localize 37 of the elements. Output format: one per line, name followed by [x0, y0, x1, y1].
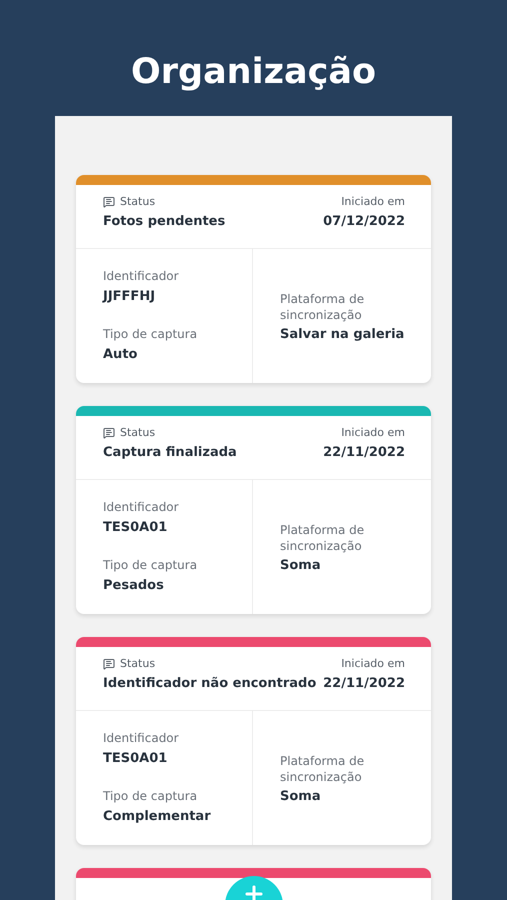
capture-card[interactable]: Status Identificador não encontrado Iniciado em 22/11/2022 Identificador TES0A01 Tipo de captura Complementar Plataforma de sincronização Soma	[76, 637, 431, 845]
capture-card[interactable]: Status Fotos pendentes Iniciado em 07/12/2022 Identificador JJFFFHJ Tipo de captura Auto Plataforma de sincronização Salvar na galeria	[76, 175, 431, 383]
capture-type-value: Auto	[103, 347, 138, 362]
capture-type-label: Tipo de captura	[103, 557, 198, 573]
page-heading: Organização	[131, 51, 376, 94]
platform-label: Plataforma de sincronização	[280, 290, 366, 322]
status-value: Captura finalizada	[103, 445, 237, 460]
status-label: Status	[120, 426, 156, 439]
platform-value: Salvar na galeria	[280, 326, 406, 342]
started-label: Iniciado em	[341, 195, 405, 208]
message-icon	[103, 196, 115, 208]
started-label: Iniciado em	[341, 426, 405, 439]
identifier-value: TES0A01	[103, 520, 168, 535]
platform-label: Plataforma de sincronização	[280, 752, 366, 784]
capture-card[interactable]: Status Captura finalizada Iniciado em 22/11/2022 Identificador TES0A01 Tipo de captura Pesados Plataforma de sincronização Soma	[76, 406, 431, 614]
platform-value: Soma	[280, 558, 322, 572]
status-label: Status	[120, 195, 156, 208]
started-date: 22/11/2022	[323, 676, 405, 691]
started-date: 07/12/2022	[323, 214, 405, 229]
capture-type-value: Complementar	[103, 809, 212, 824]
identifier-value: TES0A01	[103, 751, 168, 766]
started-label: Iniciado em	[341, 657, 405, 670]
capture-type-label: Tipo de captura	[103, 326, 198, 342]
identifier-label: Identificador	[103, 268, 180, 284]
platform-value: Soma	[280, 788, 322, 804]
identifier-label: Identificador	[103, 499, 180, 515]
message-icon	[103, 426, 115, 438]
message-icon	[103, 658, 115, 670]
status-value: Fotos pendentes	[103, 214, 226, 229]
started-date: 22/11/2022	[323, 445, 405, 460]
capture-type-value: Pesados	[103, 578, 165, 593]
platform-label: Plataforma de sincronização	[280, 522, 366, 554]
capture-type-label: Tipo de captura	[103, 788, 198, 804]
status-value: Identificador não encontrado	[103, 676, 316, 691]
status-label: Status	[120, 657, 156, 670]
identifier-label: Identificador	[103, 730, 180, 746]
identifier-value: JJFFFHJ	[103, 289, 156, 304]
